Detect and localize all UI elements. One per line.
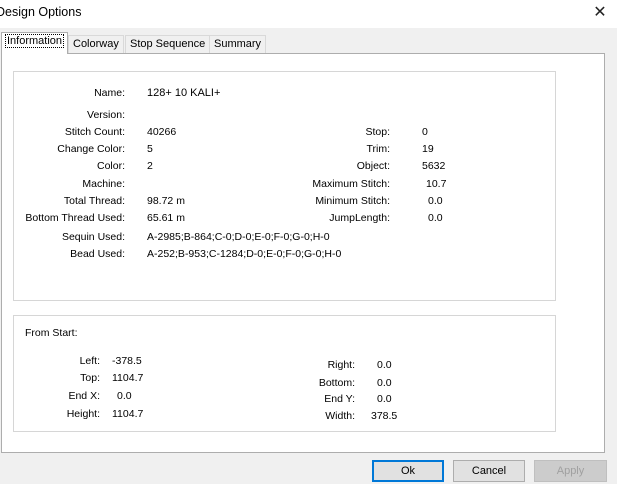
height-label: Height: [66, 408, 100, 420]
min-stitch-label: Minimum Stitch: [315, 195, 390, 207]
bead-label: Bead Used: [70, 248, 125, 260]
tab-information[interactable]: Information [1, 32, 69, 54]
end-y-label: End Y: [324, 393, 355, 405]
object-label: Object: [356, 160, 390, 172]
from-start-heading: From Start: [25, 327, 78, 339]
window-title: Design Options [0, 5, 82, 19]
bottom-label: Bottom: [318, 377, 355, 389]
left-label: Left: [79, 355, 100, 367]
height-value: 1104.7 [112, 408, 144, 420]
min-stitch-value: 0.0 [428, 195, 443, 207]
bead-value: A-252;B-953;C-1284;D-0;E-0;F-0;G-0;H-0 [147, 248, 342, 260]
machine-label: Machine: [82, 178, 125, 190]
cancel-button[interactable]: Cancel [453, 460, 525, 482]
tab-colorway[interactable]: Colorway [68, 35, 124, 53]
trim-label: Trim: [366, 143, 390, 155]
left-value: -378.5 [112, 355, 142, 367]
close-icon[interactable]: ✕ [590, 3, 610, 23]
name-label: Name: [94, 87, 125, 99]
max-stitch-label: Maximum Stitch: [312, 178, 390, 190]
width-value: 378.5 [371, 410, 398, 422]
ok-button[interactable]: Ok [372, 460, 444, 482]
bottom-thread-value: 65.61 m [147, 212, 185, 224]
trim-value: 19 [422, 143, 434, 155]
from-start-group: From Start: Left: -378.5 Top: 1104.7 End… [13, 315, 556, 432]
stop-value: 0 [422, 126, 428, 138]
stop-label: Stop: [365, 126, 390, 138]
right-label: Right: [327, 359, 355, 371]
object-value: 5632 [422, 160, 446, 172]
tab-label: Information [4, 34, 65, 48]
color-value: 2 [147, 160, 153, 172]
jump-length-value: 0.0 [428, 212, 443, 224]
top-label: Top: [80, 372, 100, 384]
jump-length-label: JumpLength: [329, 212, 390, 224]
end-x-value: 0.0 [117, 390, 132, 402]
end-y-value: 0.0 [377, 393, 392, 405]
right-value: 0.0 [377, 359, 392, 371]
name-value: 128+ 10 KALI+ [147, 87, 221, 99]
information-tab-page: Name: 128+ 10 KALI+ Version: Stitch Coun… [1, 53, 605, 453]
end-x-label: End X: [68, 390, 100, 402]
apply-button[interactable]: Apply [534, 460, 607, 482]
max-stitch-value: 10.7 [426, 178, 447, 190]
title-bar: Design Options ✕ [0, 0, 617, 28]
bottom-value: 0.0 [377, 377, 392, 389]
sequin-value: A-2985;B-864;C-0;D-0;E-0;F-0;G-0;H-0 [147, 231, 330, 243]
width-label: Width: [325, 410, 355, 422]
bottom-thread-label: Bottom Thread Used: [25, 212, 125, 224]
stitch-count-value: 40266 [147, 126, 177, 138]
tab-summary[interactable]: Summary [209, 35, 267, 53]
version-label: Version: [87, 109, 125, 121]
total-thread-label: Total Thread: [63, 195, 125, 207]
tab-stop-sequence[interactable]: Stop Sequence [125, 35, 211, 53]
total-thread-value: 98.72 m [147, 195, 185, 207]
top-value: 1104.7 [112, 372, 144, 384]
change-color-value: 5 [147, 143, 153, 155]
design-info-group: Name: 128+ 10 KALI+ Version: Stitch Coun… [13, 71, 556, 301]
change-color-label: Change Color: [57, 143, 125, 155]
color-label: Color: [96, 160, 125, 172]
stitch-count-label: Stitch Count: [64, 126, 125, 138]
sequin-label: Sequin Used: [61, 231, 125, 243]
dialog-client-area: Information Colorway Stop Sequence Summa… [0, 28, 617, 484]
